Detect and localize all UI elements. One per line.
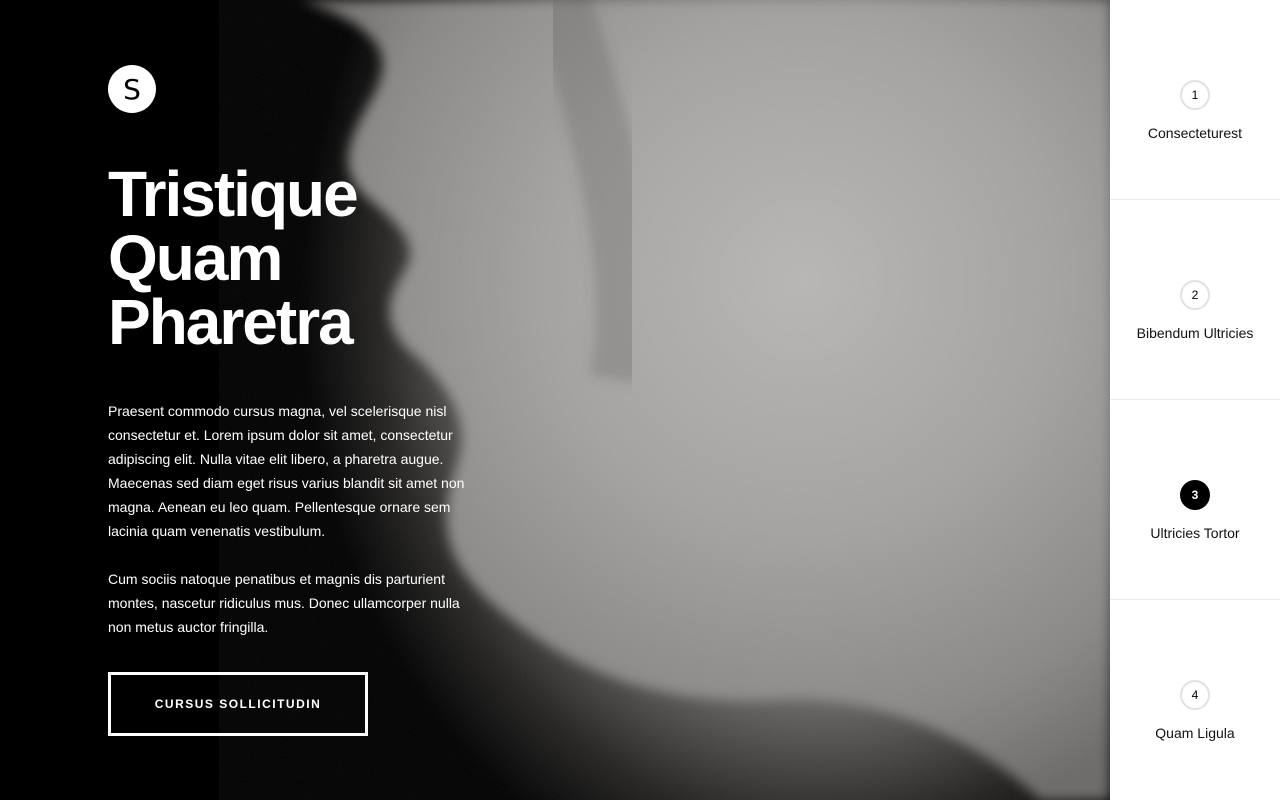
step-item-4[interactable]: 4 Quam Ligula (1110, 600, 1280, 800)
step-number: 3 (1180, 480, 1210, 510)
step-number: 1 (1180, 80, 1210, 110)
step-label: Bibendum Ultricies (1136, 325, 1254, 341)
step-item-2[interactable]: 2 Bibendum Ultricies (1110, 200, 1280, 400)
step-label: Ultricies Tortor (1150, 525, 1240, 541)
step-label: Consecteturest (1147, 125, 1243, 141)
step-item-1[interactable]: 1 Consecteturest (1110, 0, 1280, 200)
logo-letter: S (123, 72, 141, 106)
intro-paragraph: Praesent commodo cursus magna, vel scele… (108, 403, 465, 539)
step-number: 4 (1180, 680, 1210, 710)
title-line: Quam (108, 222, 283, 294)
cta-button[interactable]: CURSUS SOLLICITUDIN (108, 672, 368, 736)
hero-section: S Tristique Quam Pharetra Praesent commo… (0, 0, 1110, 800)
title-line: Tristique (108, 158, 359, 230)
step-item-3[interactable]: 3 Ultricies Tortor (1110, 400, 1280, 600)
title-line: Pharetra (108, 286, 354, 358)
logo[interactable]: S (108, 65, 156, 113)
steps-nav: 1 Consecteturest 2 Bibendum Ultricies 3 … (1110, 0, 1280, 800)
step-number: 2 (1180, 280, 1210, 310)
secondary-paragraph: Cum sociis natoque penatibus et magnis d… (108, 571, 460, 635)
page-title: Tristique Quam Pharetra (108, 162, 468, 354)
step-label: Quam Ligula (1155, 725, 1235, 741)
